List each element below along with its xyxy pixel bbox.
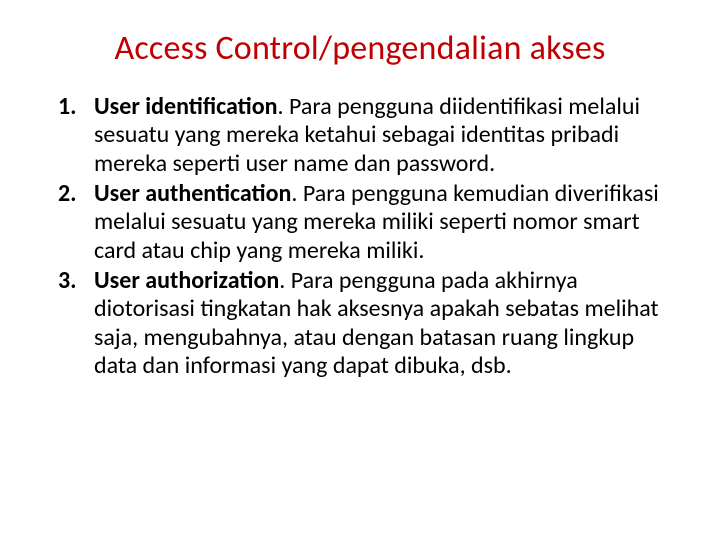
term: User authorization xyxy=(94,266,279,295)
term: User authentication xyxy=(94,179,291,208)
numbered-list: User identification. Para pengguna diide… xyxy=(40,93,680,380)
term: User identification xyxy=(94,92,278,121)
list-item: User authentication. Para pengguna kemud… xyxy=(94,180,680,265)
slide-title: Access Control/pengendalian akses xyxy=(40,28,680,69)
list-item: User identification. Para pengguna diide… xyxy=(94,93,680,178)
list-item: User authorization. Para pengguna pada a… xyxy=(94,267,680,380)
